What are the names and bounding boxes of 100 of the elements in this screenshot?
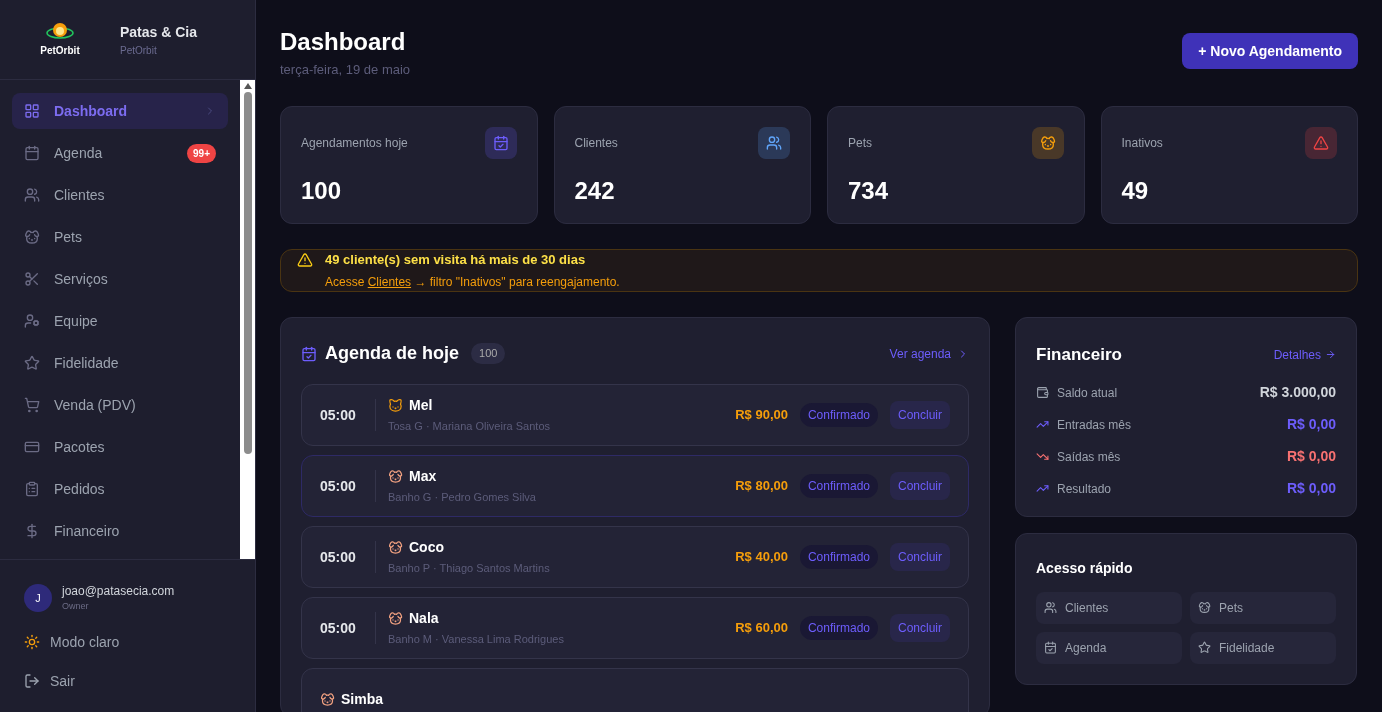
stat-value: 242 [574, 175, 616, 206]
card-icon [24, 439, 40, 455]
quick-link[interactable]: Pets [1190, 591, 1336, 624]
finance-value: R$ 0,00 [1286, 479, 1336, 498]
appointment-price: R$ 80,00 [735, 477, 788, 496]
stat-value: 100 [301, 175, 343, 206]
panel-title: Agenda de hoje [325, 342, 459, 365]
stat-label: Clientes [574, 134, 618, 152]
pet-name: Nala [409, 609, 439, 629]
appointment-row[interactable]: 05:00 Mel Tosa G · Mariana Oliveira Santos R$ 90,00 Confirmado Concluir [301, 384, 969, 446]
card-title: Acesso rápido [1036, 559, 1133, 576]
users-icon [766, 134, 782, 151]
nav-item[interactable]: Fidelidade [12, 345, 228, 381]
nav-item[interactable]: Financeiro [12, 513, 228, 549]
warning-icon [1313, 134, 1329, 151]
appointment-detail: Tosa G · Mariana Oliveira Santos [388, 419, 551, 435]
stat-value: 49 [1121, 175, 1150, 206]
scrollbar[interactable] [240, 80, 255, 559]
appointment-time: 05:00 [320, 405, 357, 425]
appointment-time: 05:00 [320, 618, 357, 638]
nav-item[interactable]: Agenda 99+ [12, 135, 228, 171]
dog-icon [320, 691, 335, 707]
nav-item[interactable]: Venda (PDV) [12, 387, 228, 423]
quick-link[interactable]: Clientes [1036, 591, 1182, 624]
user-role: Owner [62, 600, 90, 613]
nav-item[interactable]: Dashboard [12, 93, 228, 129]
nav-item[interactable]: Pedidos [12, 471, 228, 507]
stat-label: Agendamentos hoje [301, 134, 408, 152]
appointment-row[interactable]: 05:00 Nala Banho M · Vanessa Lima Rodrigues R$ 60,00 Confirmado Concluir [301, 597, 969, 659]
nav-item[interactable]: Clientes [12, 177, 228, 213]
trend-up-icon [1036, 482, 1049, 495]
calendar-icon [492, 134, 509, 151]
scissors-icon [24, 271, 40, 287]
stat-label: Pets [848, 134, 872, 152]
appointment-price: R$ 60,00 [735, 619, 788, 638]
cat-icon [388, 398, 403, 414]
finance-label: Saídas mês [1057, 448, 1122, 466]
finance-value: R$ 0,00 [1286, 415, 1336, 434]
appointment-detail: Banho P · Thiago Santos Martins [388, 561, 551, 577]
calendar-icon [301, 345, 317, 362]
appointment-detail: Banho G · Pedro Gomes Silva [388, 490, 537, 506]
alert-text: Acesse Clientes → filtro "Inativos" para reengajamento. [325, 274, 620, 291]
user-gear-icon [24, 313, 40, 329]
users-icon [24, 187, 40, 203]
pet-name: Coco [409, 538, 444, 558]
pet-name: Mel [409, 396, 433, 416]
logout-button[interactable]: Sair [24, 670, 231, 692]
dog-icon [24, 229, 40, 245]
details-link[interactable]: Detalhes [1273, 345, 1336, 364]
count-badge: 99+ [187, 143, 216, 163]
dollar-icon [24, 523, 40, 539]
arrow-right-icon [1325, 349, 1336, 361]
view-agenda-link[interactable]: Ver agenda [889, 344, 969, 363]
appointment-time: 05:00 [320, 547, 357, 567]
appointment-row[interactable]: 05:00 Max Banho G · Pedro Gomes Silva R$ 80,00 Confirmado Concluir [301, 455, 969, 517]
appointment-detail: Banho M · Vanessa Lima Rodrigues [388, 632, 565, 648]
nav-item[interactable]: Pets [12, 219, 228, 255]
cart-icon [24, 397, 40, 413]
wallet-icon [1036, 386, 1049, 399]
sun-icon [24, 634, 40, 650]
dog-icon [1198, 601, 1211, 614]
users-icon [1044, 601, 1057, 614]
clipboard-icon [24, 481, 40, 497]
quick-link[interactable]: Agenda [1036, 631, 1182, 664]
user-email: joao@patasecia.com [62, 583, 175, 600]
alert-title: 49 cliente(s) sem visita há mais de 30 dias [325, 250, 587, 269]
pet-name: Simba [341, 689, 383, 709]
finance-value: R$ 3.000,00 [1259, 383, 1336, 402]
calendar-icon [24, 145, 40, 161]
appointment-price: R$ 40,00 [735, 548, 788, 567]
scroll-up-icon[interactable] [243, 83, 252, 89]
appointment-price: R$ 90,00 [735, 406, 788, 425]
trend-down-icon [1036, 450, 1049, 463]
dog-icon [1039, 134, 1056, 151]
theme-toggle[interactable]: Modo claro [24, 631, 231, 653]
finance-label: Entradas mês [1057, 416, 1133, 434]
dog-icon [388, 469, 403, 485]
nav-item[interactable]: Serviços [12, 261, 228, 297]
finance-label: Resultado [1057, 480, 1113, 498]
page-title: Dashboard [280, 28, 407, 56]
stat-label: Inativos [1121, 134, 1163, 152]
warning-icon [297, 252, 313, 269]
status-badge: Confirmado [799, 545, 878, 569]
nav-item[interactable]: Equipe [12, 303, 228, 339]
logout-icon [24, 673, 40, 689]
clients-link[interactable]: Clientes [367, 275, 412, 289]
stat-value: 734 [848, 175, 890, 206]
quick-link[interactable]: Fidelidade [1190, 631, 1336, 664]
brand-name: Patas & Cia [120, 22, 198, 42]
finance-value: R$ 0,00 [1286, 447, 1336, 466]
appointment-row[interactable]: 05:00 Coco Banho P · Thiago Santos Martins R$ 40,00 Confirmado Concluir [301, 526, 969, 588]
appointment-row[interactable]: Simba [301, 668, 969, 712]
logo-text: PetOrbit [40, 44, 80, 58]
status-badge: Confirmado [799, 616, 878, 640]
appointment-time: 05:00 [320, 476, 357, 496]
brand-subtitle: PetOrbit [120, 43, 158, 58]
star-icon [1198, 641, 1211, 654]
new-appointment-button[interactable]: + Novo Agendamento [1182, 33, 1358, 69]
nav-item[interactable]: Pacotes [12, 429, 228, 465]
star-icon [24, 355, 40, 371]
